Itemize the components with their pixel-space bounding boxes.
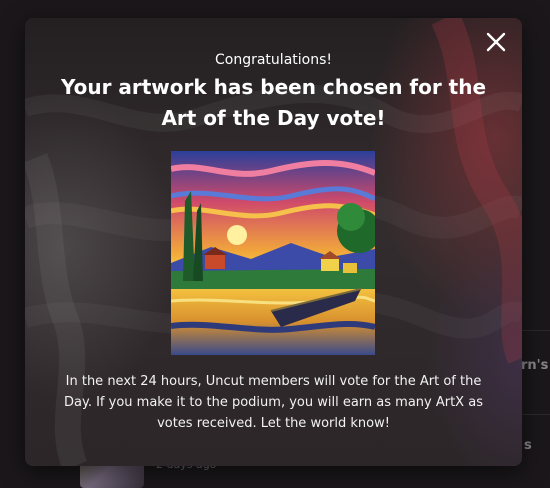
congratulations-text: Congratulations! (215, 52, 332, 68)
background-item-title: rn's (521, 358, 549, 373)
painting-image (171, 151, 375, 355)
art-of-the-day-modal: Congratulations! Your artwork has been c… (25, 18, 522, 466)
artwork-image (171, 151, 375, 355)
modal-description: In the next 24 hours, Uncut members will… (64, 374, 483, 431)
close-button[interactable] (484, 30, 508, 54)
close-icon (486, 32, 506, 52)
background-item-title: s (524, 438, 532, 453)
divider (520, 414, 550, 415)
divider (520, 330, 550, 331)
modal-headline: Your artwork has been chosen for the Art… (60, 75, 487, 130)
